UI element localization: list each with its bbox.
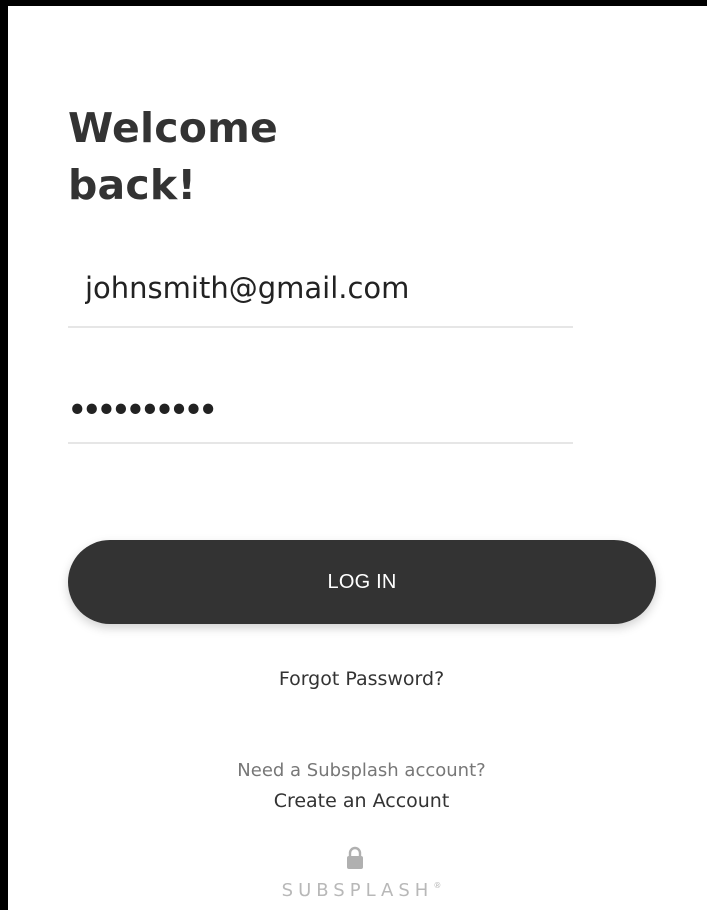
login-button[interactable]: LOG IN — [68, 540, 656, 624]
create-account-link[interactable]: Create an Account — [8, 790, 707, 812]
subsplash-logo: SUBSPLASH® — [8, 880, 707, 901]
lock-icon — [347, 846, 363, 869]
email-field-container — [68, 258, 573, 328]
brand-text: SUBSPLASH — [281, 880, 434, 901]
page-title: Welcome back! — [68, 100, 278, 214]
password-input[interactable]: •••••••••• — [68, 394, 217, 426]
title-line-2: back! — [68, 161, 197, 209]
forgot-password-link[interactable]: Forgot Password? — [8, 668, 707, 690]
email-input[interactable] — [68, 258, 573, 318]
password-field-container[interactable]: •••••••••• — [68, 386, 573, 444]
registered-mark: ® — [433, 881, 442, 890]
need-account-text: Need a Subsplash account? — [237, 760, 486, 781]
title-line-1: Welcome — [68, 104, 279, 152]
login-panel: Welcome back! •••••••••• LOG IN Forgot P… — [8, 6, 707, 910]
